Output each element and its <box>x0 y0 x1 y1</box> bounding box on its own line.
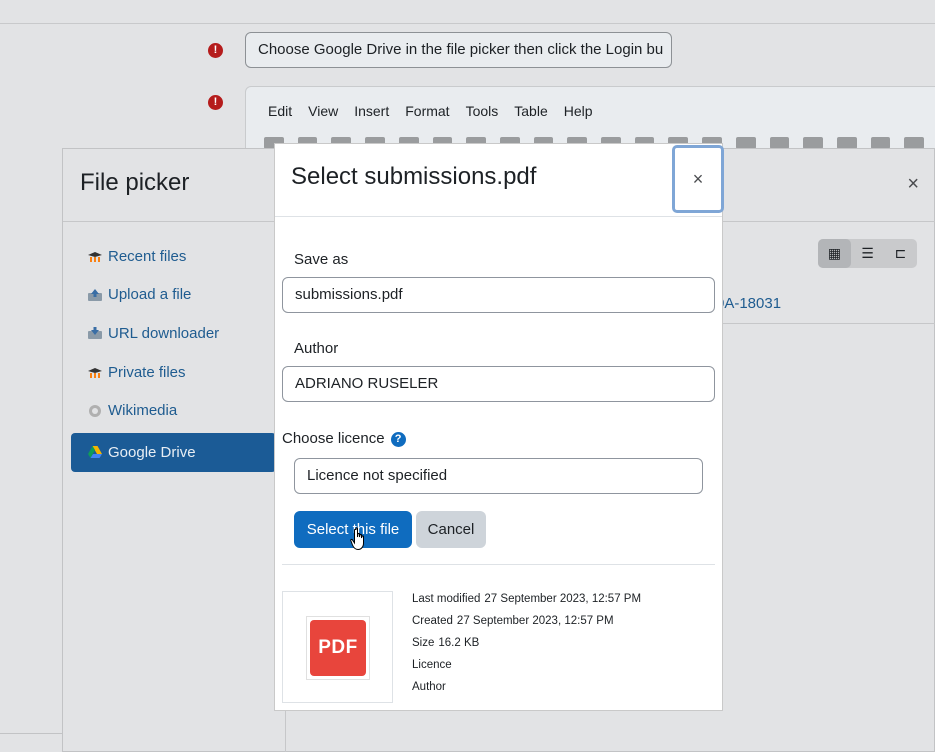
moodle-hat-icon <box>87 249 103 263</box>
required-icon: ! <box>208 95 223 110</box>
top-divider <box>0 0 935 24</box>
meta-label: Created <box>412 615 453 627</box>
dialog-title: Select submissions.pdf <box>291 163 537 190</box>
menu-format[interactable]: Format <box>405 103 449 119</box>
menu-table[interactable]: Table <box>514 103 547 119</box>
licence-label-row: Choose licence? <box>282 430 406 447</box>
view-toggle-group: ▦ ☰ ⊏ <box>818 239 917 268</box>
divider <box>282 564 715 565</box>
required-icon: ! <box>208 43 223 58</box>
dialog-close-button[interactable]: × <box>672 145 724 213</box>
file-picker-title: File picker <box>80 169 190 196</box>
instruction-field[interactable]: Choose Google Drive in the file picker t… <box>245 32 672 68</box>
menu-insert[interactable]: Insert <box>354 103 389 119</box>
menu-tools[interactable]: Tools <box>466 103 499 119</box>
repository-label: Recent files <box>108 247 187 265</box>
repository-recent-files[interactable]: Recent files <box>71 237 276 276</box>
file-thumbnail: PDF <box>282 591 393 703</box>
wikimedia-icon <box>87 404 103 418</box>
pdf-file-icon: PDF <box>310 620 366 676</box>
repository-label: Google Drive <box>108 443 196 461</box>
author-label: Author <box>294 340 339 357</box>
cancel-button[interactable]: Cancel <box>416 511 486 548</box>
select-file-dialog: Select submissions.pdf × Save as submiss… <box>274 143 724 711</box>
repository-label: URL downloader <box>108 324 220 342</box>
meta-author: Author <box>412 679 641 701</box>
thumbnail-frame: PDF <box>306 616 370 680</box>
repository-label: Private files <box>108 363 186 381</box>
tree-view-icon[interactable]: ⊏ <box>884 239 917 268</box>
list-view-icon[interactable]: ☰ <box>851 239 884 268</box>
repository-google-drive[interactable]: Google Drive <box>71 432 276 472</box>
hand-cursor-icon <box>350 527 364 551</box>
repository-list: Recent files Upload a file URL downloade… <box>71 237 276 472</box>
editor-menubar: Edit View Insert Format Tools Table Help <box>268 103 593 119</box>
meta-last-modified: Last modified 27 September 2023, 12:57 PM <box>412 591 641 613</box>
grid-view-icon[interactable]: ▦ <box>818 239 851 268</box>
menu-view[interactable]: View <box>308 103 338 119</box>
menu-help[interactable]: Help <box>564 103 593 119</box>
meta-label: Licence <box>412 659 452 671</box>
meta-licence: Licence <box>412 657 641 679</box>
file-metadata: Last modified 27 September 2023, 12:57 PM… <box>412 591 641 701</box>
meta-value: 27 September 2023, 12:57 PM <box>484 593 642 605</box>
file-picker-close-button[interactable]: × <box>907 173 919 196</box>
meta-label: Size <box>412 637 435 649</box>
google-drive-icon <box>87 445 103 459</box>
meta-size: Size 16.2 KB <box>412 635 641 657</box>
dialog-header: Select submissions.pdf × <box>275 144 724 217</box>
meta-label: Last modified <box>412 593 481 605</box>
save-as-input[interactable]: submissions.pdf <box>282 277 715 313</box>
repository-url-downloader[interactable]: URL downloader <box>71 314 276 353</box>
divider <box>0 733 62 734</box>
repository-label: Upload a file <box>108 286 192 304</box>
repository-label: Wikimedia <box>108 402 178 420</box>
upload-icon <box>87 288 103 302</box>
author-input[interactable]: ADRIANO RUSELER <box>282 366 715 402</box>
meta-value: 16.2 KB <box>438 637 480 649</box>
licence-select[interactable]: Licence not specified <box>294 458 703 494</box>
repository-private-files[interactable]: Private files <box>71 353 276 392</box>
meta-created: Created 27 September 2023, 12:57 PM <box>412 613 641 635</box>
help-icon[interactable]: ? <box>390 432 406 447</box>
folder-path-link[interactable]: 0A-18031 <box>716 295 781 312</box>
menu-edit[interactable]: Edit <box>268 103 292 119</box>
repository-upload-file[interactable]: Upload a file <box>71 276 276 315</box>
save-as-label: Save as <box>294 251 349 268</box>
url-download-icon <box>87 326 103 340</box>
meta-label: Author <box>412 681 446 693</box>
licence-label: Choose licence <box>282 430 385 447</box>
meta-value: 27 September 2023, 12:57 PM <box>456 615 614 627</box>
moodle-hat-icon <box>87 365 103 379</box>
repository-wikimedia[interactable]: Wikimedia <box>71 391 276 430</box>
